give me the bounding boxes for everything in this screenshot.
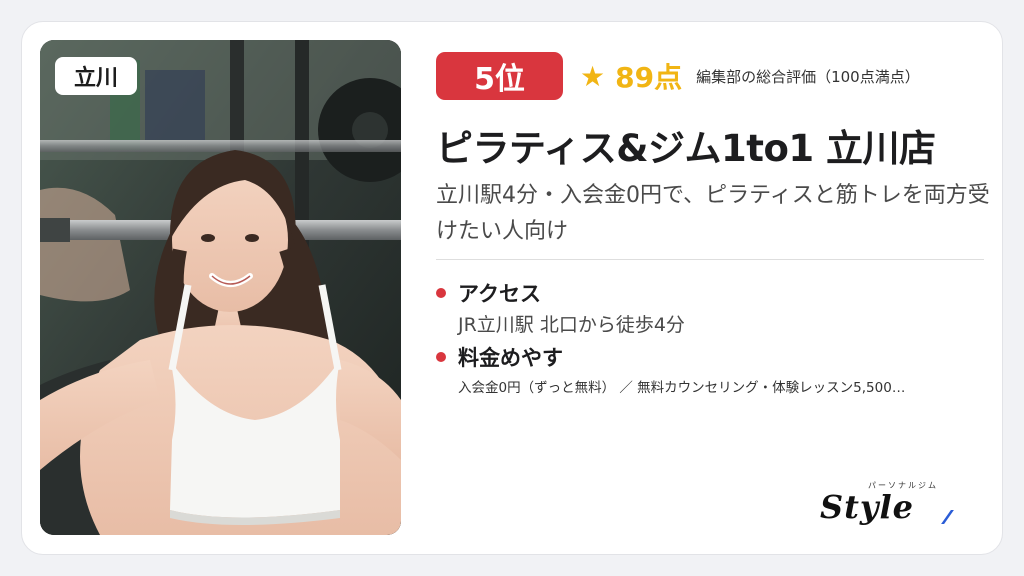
rating-note: 編集部の総合評価（100点満点）	[696, 67, 920, 86]
access-heading: アクセス	[436, 278, 541, 308]
price-heading: 料金めやす	[436, 342, 563, 372]
divider	[436, 259, 984, 260]
gym-photo	[40, 40, 401, 535]
rating-score: 89点	[615, 61, 683, 94]
bullet-dot-icon	[436, 352, 446, 362]
rank-badge: 5位	[436, 52, 563, 100]
access-value: JR立川駅 北口から徒歩4分	[458, 314, 685, 336]
gym-subtitle: 立川駅4分・入会金0円で、ピラティスと筋トレを両方受けたい人向け	[436, 183, 990, 244]
brand-logo: パーソナルジム Style	[818, 478, 968, 528]
brand-wordmark: Style	[820, 488, 914, 526]
rating-row: ★ 89点 編集部の総合評価（100点満点）	[580, 54, 920, 98]
woman-in-gym-illustration	[40, 40, 401, 535]
price-value: 入会金0円（ずっと無料） ／ 無料カウンセリング・体験レッスン5,500…	[458, 380, 906, 396]
star-icon: ★	[580, 59, 606, 93]
bullet-dot-icon	[436, 288, 446, 298]
brand-slash-icon	[941, 510, 954, 524]
area-tag: 立川	[55, 57, 137, 95]
access-heading-label: アクセス	[458, 282, 541, 306]
price-heading-label: 料金めやす	[458, 346, 563, 370]
gym-title: ピラティス&ジム1to1 立川店	[436, 127, 936, 170]
